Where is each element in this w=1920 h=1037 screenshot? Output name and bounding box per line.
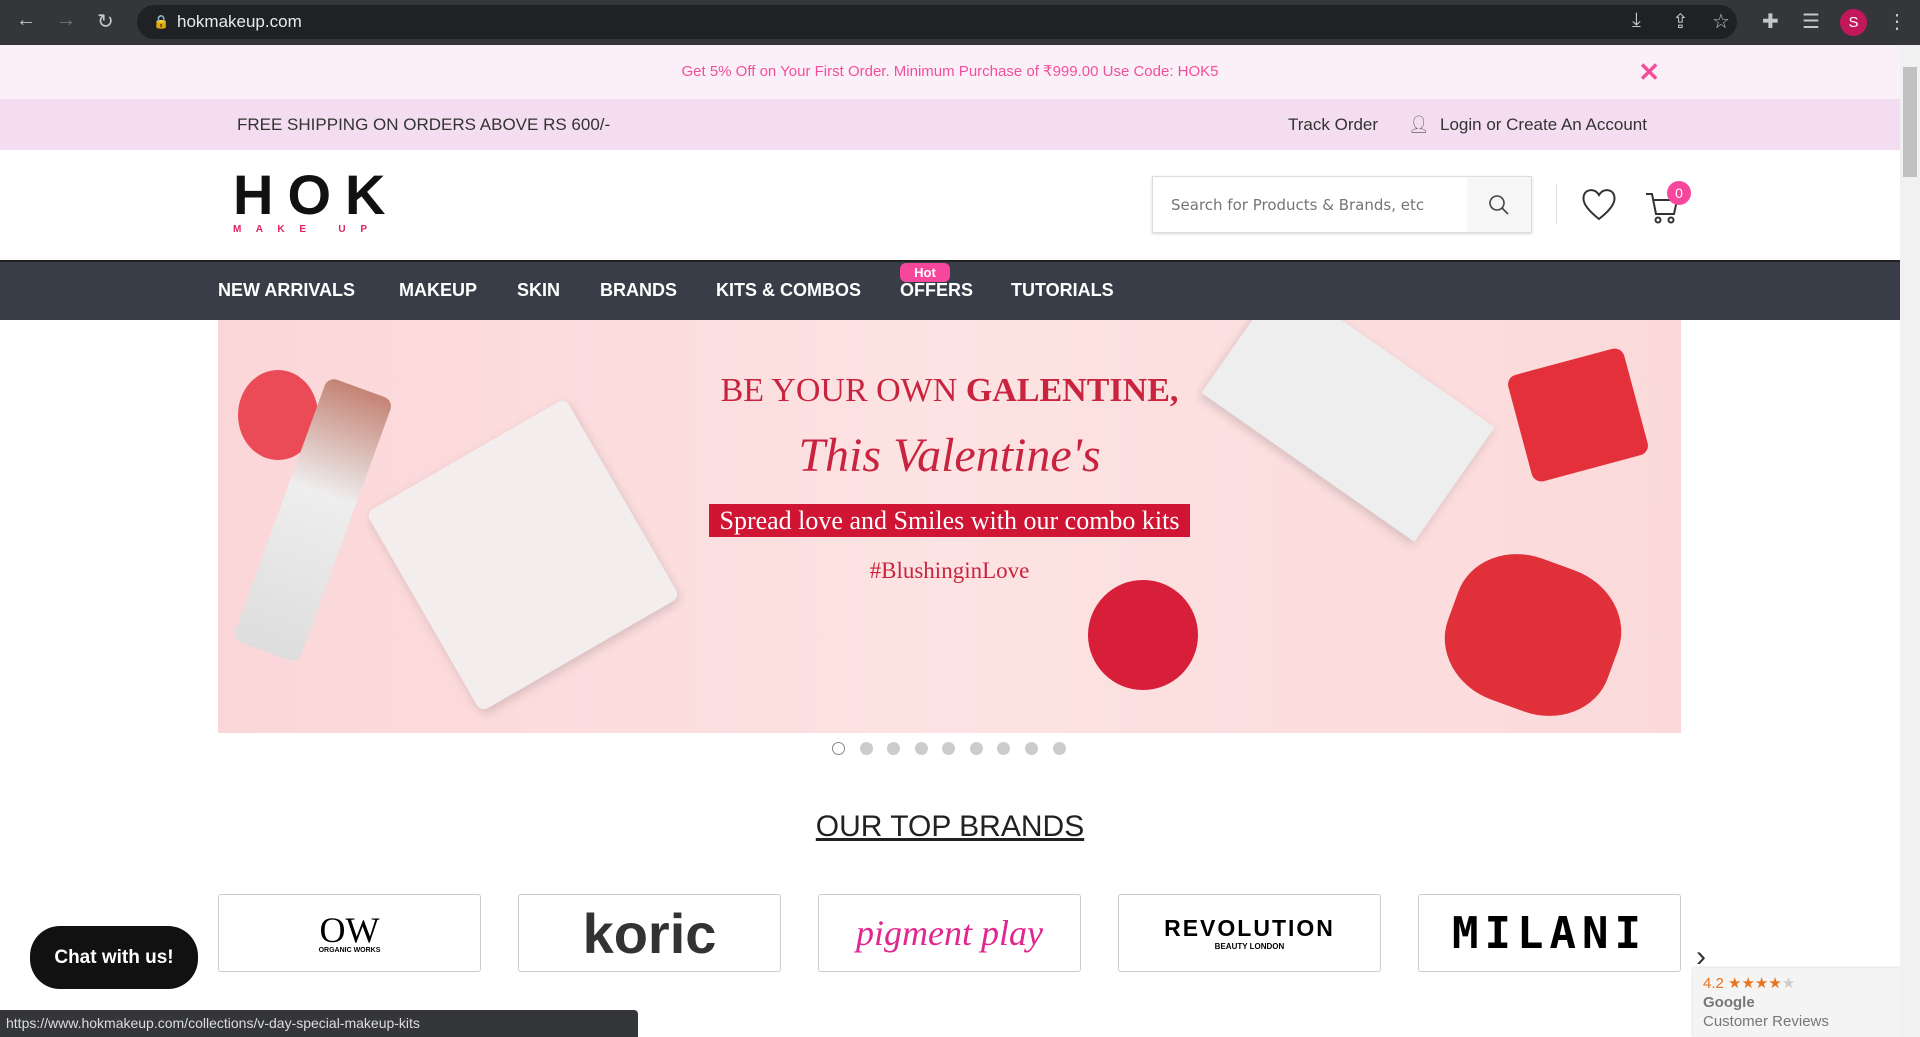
section-title: OUR TOP BRANDS — [815, 810, 1085, 843]
rating-stars-icon: ★★★★ — [1728, 975, 1782, 992]
back-icon[interactable]: ← — [16, 9, 36, 32]
brand-pigment-play[interactable]: pigment play — [818, 894, 1081, 972]
promo-text: Get 5% Off on Your First Order. Minimum … — [681, 63, 1219, 80]
reviews-provider: Google — [1703, 994, 1755, 1011]
carousel-dot[interactable] — [1025, 742, 1038, 755]
carousel-dot[interactable] — [1053, 742, 1066, 755]
search-input[interactable] — [1153, 177, 1463, 232]
extensions-icon[interactable]: ✚ — [1762, 9, 1779, 34]
banner-headline: BE YOUR OWN — [720, 372, 966, 409]
brand-logo-text: OW — [319, 909, 380, 950]
logo-text: HOK — [233, 163, 400, 226]
carousel-dot[interactable] — [832, 742, 845, 755]
reload-icon[interactable]: ↻ — [97, 9, 114, 34]
hero-banner[interactable]: BE YOUR OWN GALENTINE, This Valentine's … — [218, 320, 1681, 733]
promo-banner: Get 5% Off on Your First Order. Minimum … — [0, 45, 1900, 99]
search-button[interactable] — [1467, 177, 1531, 232]
sponge-image — [1088, 580, 1198, 690]
main-nav: NEW ARRIVALS MAKEUP SKIN BRANDS KITS & C… — [0, 260, 1900, 320]
rating-value: 4.2 — [1703, 975, 1724, 992]
user-icon: 👤︎ — [1408, 115, 1430, 134]
url-text: hokmakeup.com — [177, 12, 302, 31]
forward-icon[interactable]: → — [56, 9, 76, 32]
chat-button[interactable]: Chat with us! — [30, 926, 198, 989]
login-link[interactable]: Login or Create An Account — [1440, 99, 1647, 150]
brand-logo-text: koric — [582, 901, 717, 965]
banner-hashtag: #BlushinginLove — [869, 558, 1030, 583]
brand-revolution[interactable]: REVOLUTION BEAUTY LONDON — [1118, 894, 1381, 972]
brand-milani[interactable]: MILANI — [1418, 894, 1681, 972]
banner-tagline: Spread love and Smiles with our combo ki… — [709, 504, 1190, 537]
search-icon — [1489, 194, 1509, 215]
reading-list-icon[interactable]: ☰ — [1802, 9, 1820, 34]
brand-logo-text: MILANI — [1452, 907, 1647, 959]
brand-logo-text: pigment play — [856, 913, 1043, 953]
nav-new-arrivals[interactable]: NEW ARRIVALS — [218, 280, 355, 301]
nav-tutorials[interactable]: TUTORIALS — [1011, 280, 1114, 301]
cart-count-badge: 0 — [1667, 181, 1691, 205]
hot-badge: Hot — [900, 263, 950, 282]
share-icon[interactable]: ⇪ — [1672, 9, 1689, 34]
brand-subtext: BEAUTY LONDON — [1214, 942, 1285, 951]
nav-kits-combos[interactable]: KITS & COMBOS — [716, 280, 861, 301]
banner-headline-bold: GALENTINE, — [965, 372, 1179, 409]
lock-icon: 🔒 — [153, 14, 170, 29]
carousel-dot[interactable] — [887, 742, 900, 755]
top-bar: FREE SHIPPING ON ORDERS ABOVE RS 600/- T… — [0, 99, 1900, 150]
track-order-link[interactable]: Track Order — [1288, 99, 1378, 150]
divider — [1556, 184, 1557, 224]
nav-skin[interactable]: SKIN — [517, 280, 560, 301]
star-icon[interactable]: ☆ — [1712, 9, 1730, 34]
hok-logo[interactable]: HOK M A K E U P — [233, 163, 400, 236]
scrollbar[interactable] — [1900, 45, 1920, 1037]
brand-koric[interactable]: koric — [518, 894, 781, 972]
brand-subtext: ORGANIC WORKS — [318, 946, 381, 954]
search-box — [1152, 176, 1532, 233]
profile-avatar[interactable]: S — [1840, 9, 1867, 36]
brand-logo-text: REVOLUTION — [1164, 915, 1335, 941]
nav-offers[interactable]: OFFERS — [900, 280, 973, 301]
nav-makeup[interactable]: MAKEUP — [399, 280, 477, 301]
scrollbar-thumb[interactable] — [1903, 67, 1917, 177]
wishlist-heart-icon[interactable] — [1580, 186, 1618, 222]
brand-organic-works[interactable]: OW ORGANIC WORKS — [218, 894, 481, 972]
carousel-dot[interactable] — [860, 742, 873, 755]
carousel-dot[interactable] — [997, 742, 1010, 755]
carousel-dot[interactable] — [942, 742, 955, 755]
install-icon[interactable]: ⤓ — [1632, 9, 1641, 32]
status-bar-url: https://www.hokmakeup.com/collections/v-… — [0, 1010, 638, 1037]
nav-brands[interactable]: BRANDS — [600, 280, 677, 301]
reviews-label: Customer Reviews — [1703, 1013, 1829, 1030]
shipping-text: FREE SHIPPING ON ORDERS ABOVE RS 600/- — [237, 115, 611, 134]
browser-toolbar: ← → ↻ 🔒 hokmakeup.com ⤓ ⇪ ☆ ✚ ☰ S ⋮ — [0, 0, 1920, 45]
banner-script-text: This Valentine's — [798, 429, 1101, 482]
carousel-dot[interactable] — [970, 742, 983, 755]
carousel-dot[interactable] — [915, 742, 928, 755]
menu-icon[interactable]: ⋮ — [1887, 9, 1907, 34]
close-icon[interactable]: ✕ — [1638, 45, 1660, 99]
address-bar[interactable]: 🔒 hokmakeup.com — [137, 5, 1737, 39]
google-reviews-badge[interactable]: 4.2 ★★★★★ Google Customer Reviews — [1693, 968, 1900, 1037]
